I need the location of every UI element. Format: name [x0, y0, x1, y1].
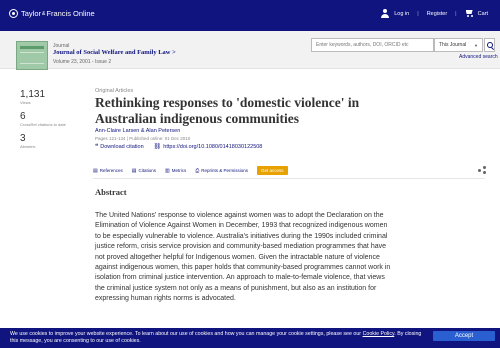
citation-row: ❝ Download citation ⛓ https://doi.org/10…: [95, 143, 262, 151]
cookie-accept-button[interactable]: Accept: [433, 331, 495, 341]
tab-references-label: References: [99, 168, 123, 173]
crossref-label: CrossRef citations to date: [20, 121, 66, 127]
article-title: Rethinking responses to 'domestic violen…: [95, 95, 360, 126]
journal-title-link[interactable]: Journal of Social Welfare and Family Law…: [53, 49, 176, 56]
login-link[interactable]: Log in: [394, 11, 409, 17]
download-citation-link[interactable]: Download citation: [100, 144, 143, 150]
tab-reprints-label: Reprints & Permissions: [201, 168, 249, 173]
abstract-heading: Abstract: [95, 187, 127, 197]
tab-reprints[interactable]: ⎙ Reprints & Permissions: [195, 168, 248, 174]
reprints-icon: ⎙: [195, 167, 200, 174]
site-logo[interactable]: Taylor & Francis Online: [9, 9, 95, 18]
cookie-notice: We use cookies to improve your website e…: [0, 328, 500, 348]
link-icon: ⛓: [153, 144, 162, 150]
logo-taylor: Taylor: [21, 9, 42, 18]
views-label: Views: [20, 100, 31, 105]
views-count: 1,131: [20, 89, 46, 100]
chevron-down-icon: ▼: [474, 42, 478, 48]
tab-metrics-label: Metrics: [171, 168, 187, 173]
search-scope-select[interactable]: This Journal ▼: [434, 38, 483, 52]
register-link[interactable]: Register: [427, 11, 447, 17]
cookie-text: We use cookies to improve your website e…: [10, 331, 362, 337]
site-header: Taylor & Francis Online Log in | Registe…: [0, 0, 500, 31]
journal-cover-image[interactable]: [16, 41, 48, 70]
crossref-count[interactable]: 6: [20, 111, 70, 122]
search-input[interactable]: [311, 38, 434, 52]
altmetric-label: Altmetric: [20, 143, 36, 149]
citations-icon: ▤: [131, 167, 137, 174]
cookie-policy-link[interactable]: Cookie Policy: [363, 331, 395, 337]
get-access-button[interactable]: Get access: [257, 166, 288, 175]
article-type: Original Articles: [95, 88, 134, 94]
advanced-search-link[interactable]: Advanced search: [459, 54, 498, 60]
journal-title-arrow: >: [172, 49, 176, 56]
tab-citations-label: Citations: [138, 168, 156, 173]
section-divider: [93, 178, 485, 179]
article-metrics: 1,131 Views 6 CrossRef citations to date…: [20, 90, 70, 155]
abstract-text: The United Nations' response to violence…: [95, 212, 391, 303]
article-tabs: ▤ References ▤ Citations ▥ Metrics ⎙ Rep…: [93, 165, 297, 176]
share-icon[interactable]: [478, 166, 486, 174]
cart-link[interactable]: Cart: [478, 11, 488, 17]
tab-citations[interactable]: ▤ Citations: [132, 168, 156, 174]
altmetric-count[interactable]: 3: [20, 133, 70, 144]
search-icon: [486, 42, 493, 48]
references-icon: ▤: [93, 167, 98, 174]
tab-metrics[interactable]: ▥ Metrics: [165, 168, 186, 174]
logo-icon: [9, 9, 18, 18]
user-icon: [381, 9, 390, 18]
quote-icon: ❝: [95, 144, 99, 150]
search-button[interactable]: [484, 38, 495, 52]
account-links: Log in | Register | Cart: [381, 9, 488, 18]
doi-link[interactable]: https://doi.org/10.1080/01418030122508: [163, 144, 262, 150]
publication-info: Pages 121-134 | Published online: 01 Dec…: [95, 136, 191, 141]
journal-title: Journal of Social Welfare and Family Law: [53, 49, 171, 56]
cart-icon: [465, 10, 474, 17]
article-authors[interactable]: Ann-Claire Larsen & Alan Petersen: [95, 128, 180, 134]
logo-ampersand: &: [42, 10, 46, 17]
divider: |: [417, 10, 419, 17]
logo-francis: Francis Online: [46, 9, 95, 18]
search-scope-value: This Journal: [439, 42, 467, 48]
journal-volume-link[interactable]: Volume 23, 2001 - Issue 2: [53, 59, 111, 65]
metrics-icon: ▥: [165, 167, 170, 174]
divider: |: [455, 10, 457, 17]
tab-references[interactable]: ▤ References: [93, 168, 123, 174]
